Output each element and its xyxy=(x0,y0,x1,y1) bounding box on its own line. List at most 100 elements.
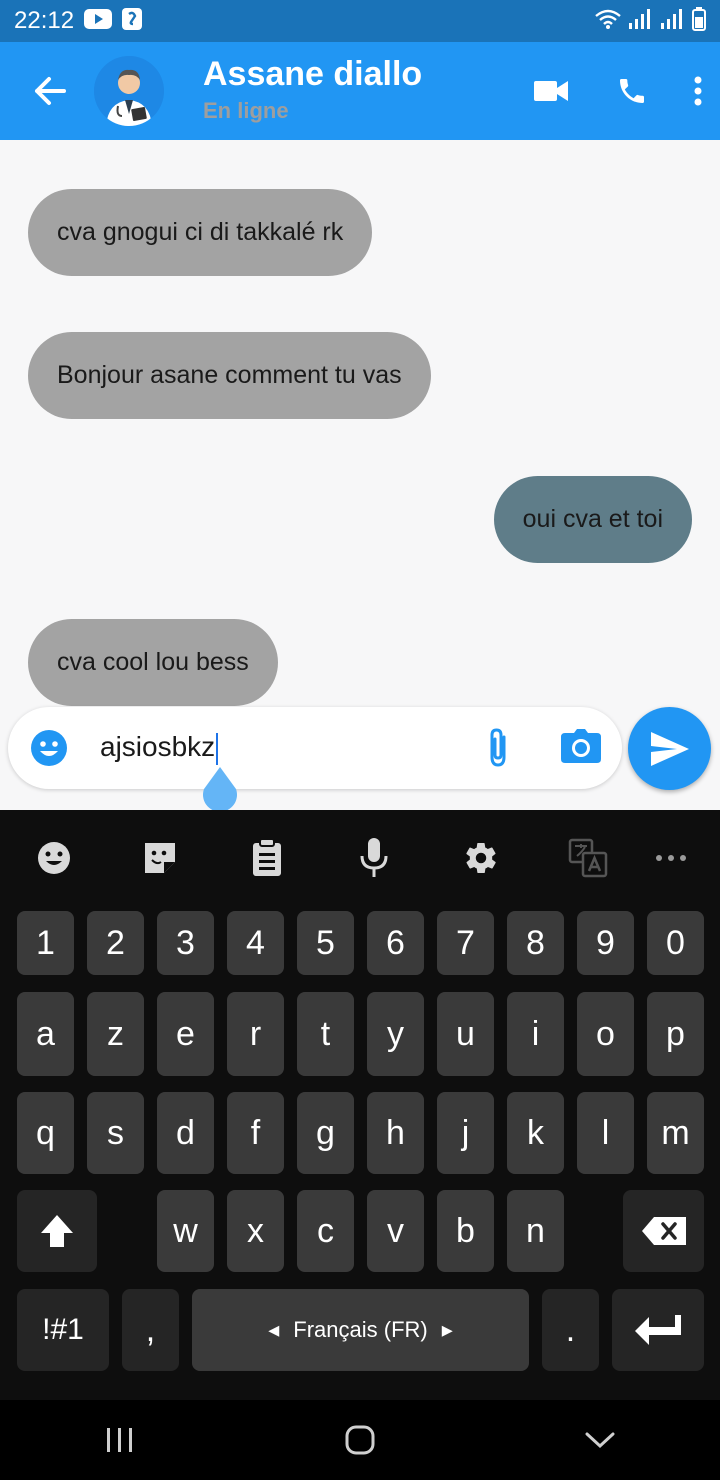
attach-icon xyxy=(490,728,506,767)
kb-sticker-button[interactable] xyxy=(140,838,180,878)
emoji-icon xyxy=(31,730,67,766)
key-i[interactable]: i xyxy=(507,992,564,1076)
more-horiz-icon xyxy=(656,855,686,861)
key-1[interactable]: 1 xyxy=(17,911,74,975)
contact-info[interactable]: Assane diallo En ligne xyxy=(203,54,422,124)
voice-call-button[interactable] xyxy=(588,42,676,140)
key-s[interactable]: s xyxy=(87,1092,144,1174)
space-key-language-label: Français (FR) xyxy=(293,1317,428,1342)
key-5[interactable]: 5 xyxy=(297,911,354,975)
avatar[interactable] xyxy=(94,56,164,126)
key-e[interactable]: e xyxy=(157,992,214,1076)
key-9[interactable]: 9 xyxy=(577,911,634,975)
key-y[interactable]: y xyxy=(367,992,424,1076)
key-o[interactable]: o xyxy=(577,992,634,1076)
back-arrow-icon xyxy=(35,77,66,105)
attach-button[interactable] xyxy=(482,727,514,769)
comma-key[interactable]: , xyxy=(122,1289,179,1371)
symbols-key[interactable]: !#1 xyxy=(17,1289,109,1371)
key-6[interactable]: 6 xyxy=(367,911,424,975)
key-g[interactable]: g xyxy=(297,1092,354,1174)
phone-icon xyxy=(620,79,644,103)
video-call-button[interactable] xyxy=(514,42,588,140)
key-8[interactable]: 8 xyxy=(507,911,564,975)
kb-more-button[interactable] xyxy=(651,838,691,878)
kb-translate-button[interactable] xyxy=(568,838,608,878)
wifi-icon xyxy=(594,8,622,35)
soft-keyboard: 1 2 3 4 5 6 7 8 9 0 a z e r t y u i o p … xyxy=(0,810,720,1400)
key-3[interactable]: 3 xyxy=(157,911,214,975)
key-7[interactable]: 7 xyxy=(437,911,494,975)
enter-icon xyxy=(635,1315,681,1345)
chat-header: Assane diallo En ligne xyxy=(0,42,720,140)
keyboard-toolbar xyxy=(0,810,720,905)
shift-key[interactable] xyxy=(17,1190,97,1272)
send-button[interactable] xyxy=(628,707,711,790)
emoji-button[interactable] xyxy=(30,729,68,767)
kb-settings-button[interactable] xyxy=(461,838,501,878)
message-bubble[interactable]: cva gnogui ci di takkalé rk xyxy=(28,189,373,276)
sticker-icon xyxy=(145,843,175,873)
key-u[interactable]: u xyxy=(437,992,494,1076)
backspace-key[interactable] xyxy=(623,1190,704,1272)
backspace-icon xyxy=(641,1217,686,1245)
signal-icon xyxy=(660,8,686,35)
key-d[interactable]: d xyxy=(157,1092,214,1174)
key-p[interactable]: p xyxy=(647,992,704,1076)
message-bubble[interactable]: cva cool lou bess xyxy=(28,619,278,706)
system-navigation-bar xyxy=(0,1400,720,1480)
key-f[interactable]: f xyxy=(227,1092,284,1174)
key-x[interactable]: x xyxy=(227,1190,284,1272)
chevron-down-icon xyxy=(585,1432,615,1449)
send-icon xyxy=(650,731,689,766)
kb-voice-input-button[interactable] xyxy=(354,838,394,878)
status-bar: 22:12 xyxy=(0,0,720,42)
message-bubble[interactable]: oui cva et toi xyxy=(493,476,692,563)
key-n[interactable]: n xyxy=(507,1190,564,1272)
period-key[interactable]: . xyxy=(542,1289,599,1371)
more-options-button[interactable] xyxy=(676,42,720,140)
shift-icon xyxy=(41,1215,73,1247)
recents-icon xyxy=(107,1428,132,1452)
message-input[interactable]: ajsiosbkz xyxy=(100,731,219,765)
key-4[interactable]: 4 xyxy=(227,911,284,975)
contact-status: En ligne xyxy=(203,98,289,123)
status-time: 22:12 xyxy=(14,7,75,34)
enter-key[interactable] xyxy=(612,1289,704,1371)
key-z[interactable]: z xyxy=(87,992,144,1076)
home-icon xyxy=(345,1425,375,1455)
hide-keyboard-button[interactable] xyxy=(570,1410,630,1470)
key-0[interactable]: 0 xyxy=(647,911,704,975)
kb-clipboard-button[interactable] xyxy=(247,838,287,878)
key-2[interactable]: 2 xyxy=(87,911,144,975)
home-button[interactable] xyxy=(330,1410,390,1470)
key-l[interactable]: l xyxy=(577,1092,634,1174)
key-w[interactable]: w xyxy=(157,1190,214,1272)
message-bubble[interactable]: Bonjour asane comment tu vas xyxy=(28,332,431,419)
key-h[interactable]: h xyxy=(367,1092,424,1174)
contact-name: Assane diallo xyxy=(203,55,423,93)
key-m[interactable]: m xyxy=(647,1092,704,1174)
message-input-bar: ajsiosbkz xyxy=(8,707,622,789)
space-key[interactable]: ◂ Français (FR) ▸ xyxy=(192,1289,529,1371)
recent-apps-button[interactable] xyxy=(90,1410,150,1470)
key-t[interactable]: t xyxy=(297,992,354,1076)
key-v[interactable]: v xyxy=(367,1190,424,1272)
key-a[interactable]: a xyxy=(17,992,74,1076)
key-b[interactable]: b xyxy=(437,1190,494,1272)
text-selection-handle[interactable] xyxy=(200,765,240,812)
key-c[interactable]: c xyxy=(297,1190,354,1272)
key-r[interactable]: r xyxy=(227,992,284,1076)
shazam-notification-icon xyxy=(122,7,143,35)
key-q[interactable]: q xyxy=(17,1092,74,1174)
key-k[interactable]: k xyxy=(507,1092,564,1174)
signal-icon xyxy=(628,8,654,35)
camera-icon xyxy=(561,729,601,763)
kb-emoji-button[interactable] xyxy=(34,838,74,878)
settings-icon xyxy=(466,842,496,874)
camera-button[interactable] xyxy=(561,729,601,767)
battery-icon xyxy=(692,6,706,36)
text-caret xyxy=(216,732,219,765)
back-button[interactable] xyxy=(0,42,100,140)
key-j[interactable]: j xyxy=(437,1092,494,1174)
